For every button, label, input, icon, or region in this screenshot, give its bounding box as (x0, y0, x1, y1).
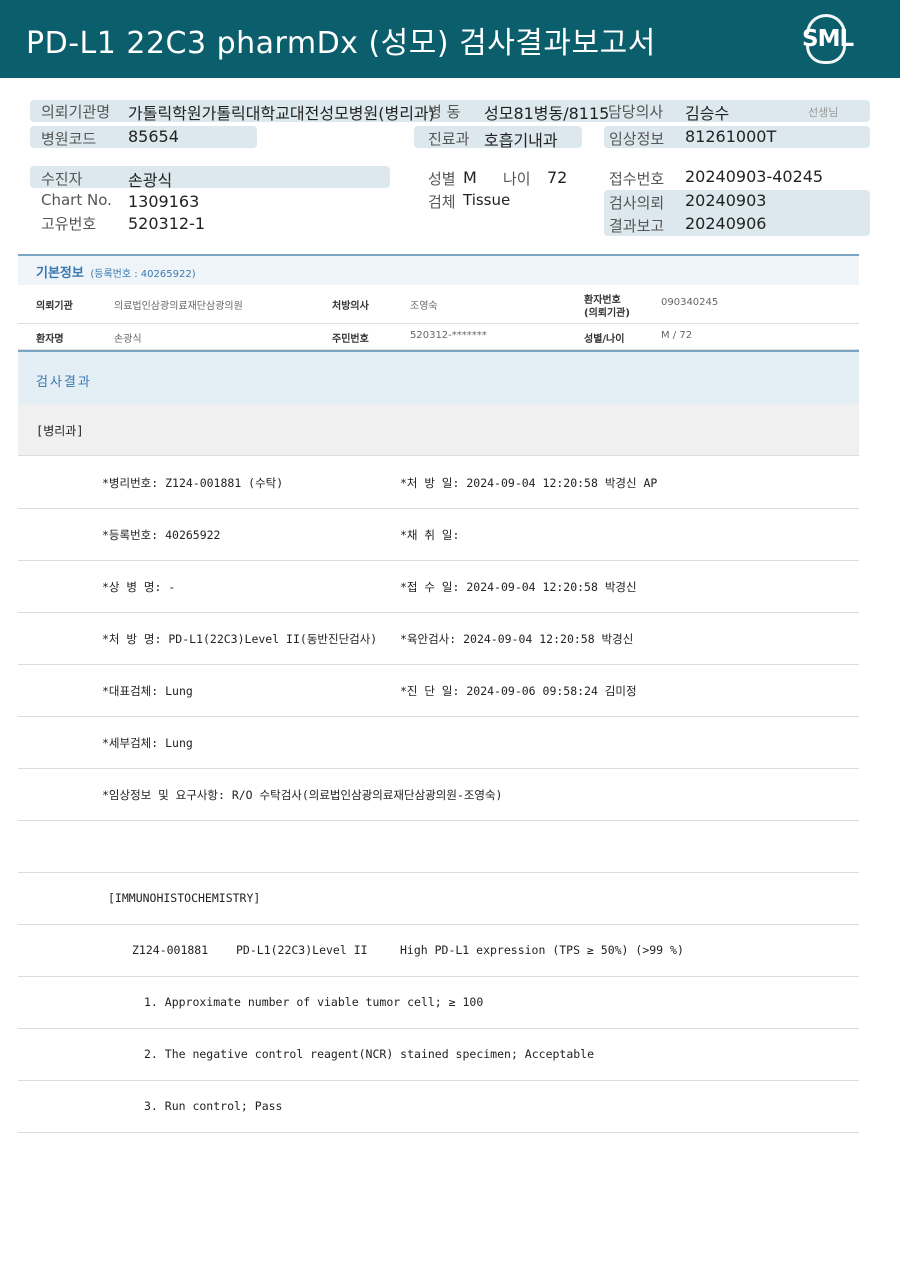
report-header: PD-L1 22C3 pharmDx (성모) 검사결과보고서 SML (0, 0, 900, 78)
basic-info-row: 의뢰기관 의료법인삼광의료재단삼광의원 처방의사 조영숙 환자번호 (의뢰기관)… (18, 285, 859, 324)
id-value: 520312-1 (128, 214, 206, 233)
hospital-code-value: 85654 (128, 127, 179, 146)
result-row: *등록번호: 40265922 *채 취 일: (18, 509, 859, 561)
age-value: 72 (547, 168, 568, 187)
basic-value: 조영숙 (410, 301, 438, 312)
basic-label: 환자명 (36, 334, 64, 345)
requester-value: 가톨릭학원가톨릭대학교대전성모병원(병리과) (128, 104, 435, 123)
requester-label: 의뢰기관명 (41, 103, 111, 121)
report-date-value: 20240906 (685, 214, 767, 233)
pathology-title: [병리과] (36, 424, 84, 438)
ihc-result-row: Z124-001881 PD-L1(22C3)Level II High PD-… (18, 925, 859, 977)
basic-label: 의뢰기관 (36, 301, 73, 312)
doctor-suffix: 선생님 (808, 106, 839, 119)
ihc-test-name: PD-L1(22C3)Level II (236, 943, 368, 957)
doctor-label: 담당의사 (608, 103, 664, 121)
report-title: PD-L1 22C3 pharmDx (성모) 검사결과보고서 (26, 26, 656, 61)
basic-label: 성별/나이 (584, 334, 625, 345)
result-row: *병리번호: Z124-001881 (수탁) *처 방 일: 2024-09-… (18, 457, 859, 509)
result-left: *병리번호: Z124-001881 (수탁) (102, 476, 284, 490)
result-left: *임상정보 및 요구사항: R/O 수탁검사(의료법인삼광의료재단삼광의원-조영… (102, 788, 503, 802)
result-row: *세부검체: Lung (18, 717, 859, 769)
ihc-note: 2. The negative control reagent(NCR) sta… (144, 1047, 595, 1061)
result-left: *세부검체: Lung (102, 736, 193, 750)
basic-info-row: 환자명 손광식 주민번호 520312-******* 성별/나이 M / 72 (18, 324, 859, 350)
chart-label: Chart No. (41, 191, 112, 209)
sex-label: 성별 (428, 170, 456, 188)
result-right: *진 단 일: 2024-09-06 09:58:24 김미정 (400, 684, 637, 698)
request-date-label: 검사의뢰 (609, 194, 665, 212)
basic-info-reg-no: (등록번호 : 40265922) (90, 269, 196, 280)
id-label: 고유번호 (41, 215, 97, 233)
ihc-header: [IMMUNOHISTOCHEMISTRY] (108, 891, 261, 905)
sex-value: M (463, 168, 477, 187)
ihc-case-no: Z124-001881 (132, 943, 209, 957)
hospital-code-label: 병원코드 (41, 130, 97, 148)
basic-label: 주민번호 (332, 334, 369, 345)
result-row-empty (18, 821, 859, 873)
basic-info-title: 기본정보 (등록번호 : 40265922) (36, 262, 196, 281)
clinical-value: 81261000T (685, 127, 777, 146)
basic-value: 090340245 (661, 297, 719, 308)
ihc-note: 3. Run control; Pass (144, 1099, 283, 1113)
ihc-note-row: 1. Approximate number of viable tumor ce… (18, 977, 859, 1029)
report-date-label: 결과보고 (609, 217, 665, 235)
result-row: *처 방 명: PD-L1(22C3)Level II(동반진단검사) *육안검… (18, 613, 859, 665)
specimen-value: Tissue (463, 191, 511, 209)
basic-value: 의료법인삼광의료재단삼광의원 (114, 301, 243, 312)
receipt-no-value: 20240903-40245 (685, 167, 824, 186)
patient-bg (30, 166, 390, 188)
ihc-result: High PD-L1 expression (TPS ≥ 50%) (>99 %… (400, 943, 684, 957)
specimen-label: 검체 (428, 193, 456, 211)
receipt-no-label: 접수번호 (609, 170, 665, 188)
pathology-header: [병리과] (18, 404, 859, 456)
basic-value: M / 72 (661, 330, 693, 341)
result-left: *등록번호: 40265922 (102, 528, 221, 542)
ihc-note: 1. Approximate number of viable tumor ce… (144, 995, 484, 1009)
result-right: *육안검사: 2024-09-04 12:20:58 박경신 (400, 632, 634, 646)
sml-logo: SML (798, 12, 854, 66)
result-right: *접 수 일: 2024-09-04 12:20:58 박경신 (400, 580, 637, 594)
ward-label: 병 동 (428, 103, 461, 121)
result-row: *대표검체: Lung *진 단 일: 2024-09-06 09:58:24 … (18, 665, 859, 717)
results-title: 검사결과 (36, 375, 92, 390)
request-date-value: 20240903 (685, 191, 767, 210)
basic-label-sub: (의뢰기관) (584, 308, 630, 319)
chart-value: 1309163 (128, 192, 200, 211)
dept-value: 호흡기내과 (484, 131, 558, 150)
dept-label: 진료과 (428, 130, 470, 148)
doctor-value: 김승수 (685, 104, 730, 123)
age-label: 나이 (503, 170, 531, 188)
result-row: *임상정보 및 요구사항: R/O 수탁검사(의료법인삼광의료재단삼광의원-조영… (18, 769, 859, 821)
patient-label: 수진자 (41, 170, 83, 188)
basic-label: 처방의사 (332, 301, 369, 312)
ihc-note-row: 3. Run control; Pass (18, 1081, 859, 1133)
basic-value: 520312-******* (410, 330, 487, 341)
patient-value: 손광식 (128, 171, 173, 190)
result-right: *채 취 일: (400, 528, 460, 542)
result-left: *대표검체: Lung (102, 684, 193, 698)
result-left: *상 병 명: - (102, 580, 176, 594)
ward-value: 성모81병동/8115 (484, 104, 610, 123)
result-left: *처 방 명: PD-L1(22C3)Level II(동반진단검사) (102, 632, 378, 646)
clinical-label: 임상정보 (609, 130, 665, 148)
ihc-header-row: [IMMUNOHISTOCHEMISTRY] (18, 873, 859, 925)
result-right: *처 방 일: 2024-09-04 12:20:58 박경신 AP (400, 476, 658, 490)
result-row: *상 병 명: - *접 수 일: 2024-09-04 12:20:58 박경… (18, 561, 859, 613)
results-header: 검사결과 (18, 350, 859, 404)
basic-info-header: 기본정보 (등록번호 : 40265922) (18, 254, 859, 285)
basic-value: 손광식 (114, 334, 142, 345)
basic-info-title-text: 기본정보 (36, 266, 84, 281)
ihc-note-row: 2. The negative control reagent(NCR) sta… (18, 1029, 859, 1081)
logo-arc-bottom-icon (806, 46, 846, 64)
